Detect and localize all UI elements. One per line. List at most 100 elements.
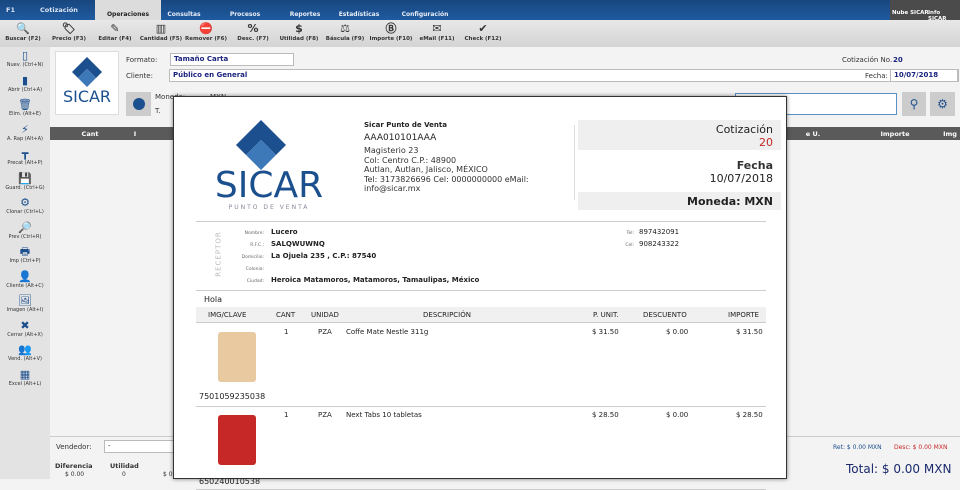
toolbar-label: Importe (F10) [369,36,413,42]
toolbar-label: Editar (F4) [98,36,132,42]
sidebar-label: Clonar (Ctrl+L) [6,209,44,215]
product-image [218,415,256,465]
col-importe: IMPORTE [728,311,759,319]
importe: $ 31.50 [736,328,763,336]
punit: $ 31.50 [592,328,619,336]
toolbar-label: Check (F12) [464,36,502,42]
sidebar-icon: 👥 [18,343,32,356]
sidebar-item-13[interactable]: ▦ Excel (Alt+L) [0,368,50,387]
ciudad-value: Heroica Matamoros, Matamoros, Tamaulipas… [271,276,480,284]
toolbar-button-8[interactable]: Ⓑ Importe (F10) [368,22,414,42]
sidebar-item-2[interactable]: 🗑 Elim. (Alt+E) [0,98,50,117]
sidebar-item-11[interactable]: ✖ Cerrar (Alt+X) [0,319,50,338]
toolbar-button-2[interactable]: ✎ Editar (F4) [92,22,138,42]
sidebar-label: Nuev. (Ctrl+N) [6,62,44,68]
sidebar-item-6[interactable]: ⚙ Clonar (Ctrl+L) [0,196,50,215]
settings-gear-icon[interactable]: ⚙ [930,92,955,116]
print-preview-document: SICAR PUNTO DE VENTA Sicar Punto de Venta… [173,96,787,490]
toolbar-button-5[interactable]: % Desc. (F7) [230,22,276,42]
toolbar-button-0[interactable]: 🔍 Buscar (F2) [0,22,46,42]
toolbar-button-7[interactable]: ⚖ Báscula (F9) [322,22,368,42]
col-descuento: DESCUENTO [643,311,687,319]
sidebar-item-5[interactable]: 💾 Guard. (Ctrl+G) [0,172,50,191]
product-image [218,332,256,382]
fecha-input[interactable]: 10/07/2018 [890,69,958,82]
col-img: Img [943,130,957,138]
toolbar-button-3[interactable]: ▥ Cantidad (F5) [138,22,184,42]
sidebar-icon: ▦ [19,367,31,381]
cotizacion-tab[interactable]: Cotización [40,6,78,14]
fecha-box: Fecha 10/07/2018 [578,156,781,188]
tab-consultas[interactable]: Consultas [151,0,217,20]
sidebar-label: Vend. (Alt+V) [8,356,42,362]
help-button[interactable]: F1 [6,6,15,14]
sidebar-item-8[interactable]: 🖶 Imp (Ctrl+P) [0,245,50,264]
field-label: Nombre: [244,231,264,236]
sidebar-icon: 🖼 [18,294,32,307]
tab-configuracion[interactable]: Configuración [392,0,458,20]
tab-procesos[interactable]: Procesos [212,0,278,20]
fecha-value: 10/07/2018 [709,172,773,185]
nube-sicar-button[interactable]: Nube SICAR [892,10,929,16]
sidebar-item-12[interactable]: 👥 Vend. (Alt+V) [0,343,50,362]
address-line: info@sicar.mx [364,184,421,193]
address-line: Col: Centro C.P.: 48900 [364,155,457,165]
field-label: R.F.C.: [250,243,264,248]
toolbar-button-6[interactable]: $ Utilidad (F8) [276,22,322,42]
sidebar-label: Prev (Ctrl+R) [8,233,42,240]
svg-text:PUNTO DE VENTA: PUNTO DE VENTA [229,204,310,211]
sidebar-label: Elim. (Alt+E) [8,111,41,117]
cotizacion-box: Cotización 20 [578,120,781,150]
toolbar-label: eMail (F11) [419,36,455,42]
sidebar-item-0[interactable]: ▯ Nuev. (Ctrl+N) [0,49,50,68]
importe: $ 28.50 [736,411,763,419]
sidebar-item-9[interactable]: 👤 Cliente (Alt+C) [0,270,50,289]
sidebar-icon: 🖶 [19,245,31,258]
sidebar: ▯ Nuev. (Ctrl+N) ▮ Abrir (Ctrl+A) 🗑 Elim. (Al… [0,47,50,479]
sidebar-label: A. Rap (Alt+A) [7,135,43,142]
utilidad-label: Utilidad [110,462,139,470]
tab-estadisticas[interactable]: Estadísticas [326,0,392,20]
search-icon[interactable]: ⚲ [902,92,926,116]
company-address: Magisterio 23 Col: Centro C.P.: 48900 Autl… [364,146,529,194]
toolbar-button-1[interactable]: 🏷 Precio (F3) [46,22,92,42]
field-label: Ciudad: [246,279,264,284]
field-label: Domicilio: [241,255,264,260]
toolbar-label: Buscar (F2) [5,36,41,42]
toolbar-button-4[interactable]: ⛔ Remover (F6) [183,22,229,42]
vendedor-select[interactable]: - [104,440,174,453]
toolbar-icon: % [247,22,259,35]
toolbar-label: Precio (F3) [52,36,86,42]
toolbar-icon: Ⓑ [385,22,397,35]
toolbar-icon: ✔ [478,22,488,35]
item-row: 650240010538 1 PZA Next Tabs 10 tabletas $ 2… [196,407,766,490]
svg-text:SICAR: SICAR [63,87,111,106]
toolbar-button-9[interactable]: ✉ eMail (F11) [414,22,460,42]
sidebar-label: Guard. (Ctrl+G) [5,184,45,191]
nombre-value: Lucero [271,228,298,236]
col-cant: Cant [81,130,99,138]
svg-text:SICAR: SICAR [215,165,323,206]
sidebar-item-10[interactable]: 🖼 Imagen (Alt+I) [0,294,50,313]
toolbar-button-10[interactable]: ✔ Check (F12) [460,22,506,42]
sidebar-icon: 🔎 [18,220,32,234]
address-line: Magisterio 23 [364,146,419,155]
diferencia-label: Diferencia [55,462,93,470]
formato-label: Formato: [126,56,158,64]
sidebar-icon: ▯ [21,49,29,62]
sidebar-item-4[interactable]: ┳ Precat (Alt+P) [0,147,50,166]
formato-select[interactable]: Tamaño Carta [170,53,294,66]
cliente-input[interactable]: Público en General [169,69,959,82]
sidebar-item-3[interactable]: ⚡ A. Rap (Alt+A) [0,123,50,142]
descuento: $ 0.00 [666,328,689,336]
col-precio-u: e U. [805,130,821,138]
sidebar-item-7[interactable]: 🔎 Prev (Ctrl+R) [0,221,50,240]
moneda-box: Moneda: MXN [578,192,781,210]
third-value: $ 0 [163,471,173,478]
top-nav-bar: F1 Cotización Operaciones Consultas Proc… [0,0,960,20]
col-punit: P. UNIT. [593,311,619,319]
sidebar-label: Imp (Ctrl+P) [9,258,41,264]
client-action-button[interactable] [126,92,151,116]
toolbar-label: Desc. (F7) [237,36,269,42]
sidebar-item-1[interactable]: ▮ Abrir (Ctrl+A) [0,74,50,93]
